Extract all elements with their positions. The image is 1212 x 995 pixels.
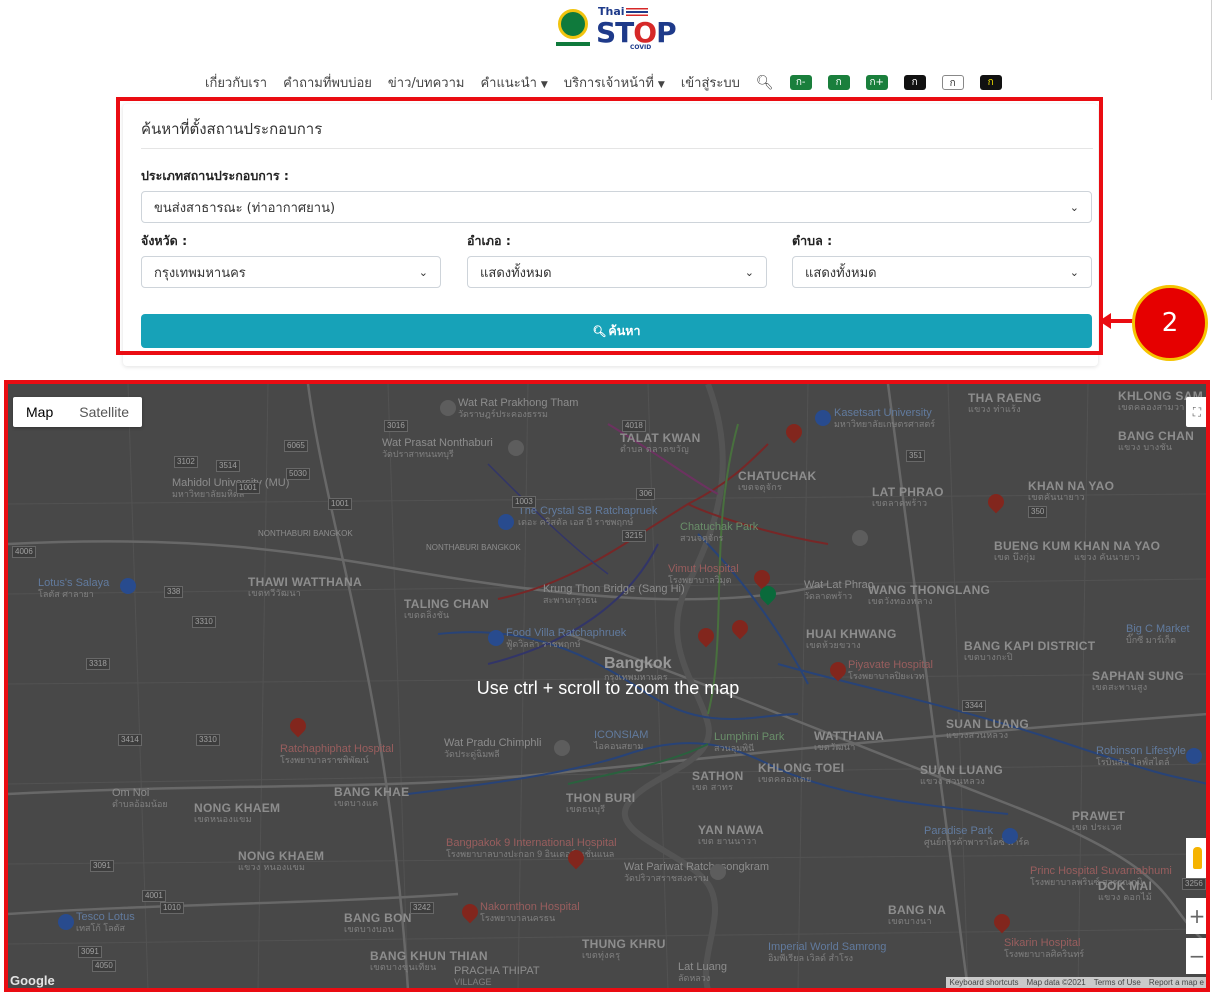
font-increase-button[interactable]: ก+: [865, 75, 888, 90]
font-decrease-button[interactable]: ก-: [789, 75, 812, 90]
nav-label: ข่าว/บทความ: [387, 76, 465, 91]
contrast-dark-button[interactable]: ก: [903, 75, 926, 90]
moph-emblem-icon: [556, 9, 590, 49]
contrast-yellow-button[interactable]: ก: [979, 75, 1002, 90]
nav-news[interactable]: ข่าว/บทความ: [388, 72, 465, 93]
main-nav: เกี่ยวกับเรา คำถามที่พบบ่อย ข่าว/บทความ …: [205, 72, 1018, 93]
nav-faq[interactable]: คำถามที่พบบ่อย: [283, 72, 372, 93]
annotation-step-badge: 2: [1132, 285, 1208, 361]
nav-login[interactable]: เข้าสู่ระบบ: [681, 72, 740, 93]
page: Thai STOP COVID เกี่ยวกับเรา คำถามที่พบบ…: [0, 0, 1212, 995]
caret-down-icon: ▼: [657, 80, 665, 90]
site-logo[interactable]: Thai STOP COVID: [556, 5, 677, 53]
annotation-highlight-search: [116, 97, 1103, 355]
search-icon[interactable]: 🔍︎: [756, 75, 774, 91]
contrast-light-button[interactable]: ก: [941, 75, 964, 90]
caret-down-icon: ▼: [540, 80, 548, 90]
nav-staff-services-dropdown[interactable]: บริการเจ้าหน้าที่ ▼: [564, 72, 665, 93]
site-header: Thai STOP COVID เกี่ยวกับเรา คำถามที่พบบ…: [0, 0, 1212, 100]
thai-stop-covid-logo: Thai STOP COVID: [596, 5, 677, 53]
nav-label: คำแนะนำ: [480, 76, 537, 91]
logo-covid-text: COVID: [630, 44, 652, 51]
nav-about[interactable]: เกี่ยวกับเรา: [205, 72, 267, 93]
nav-recommendations-dropdown[interactable]: คำแนะนำ ▼: [480, 72, 547, 93]
nav-label: บริการเจ้าหน้าที่: [563, 76, 654, 91]
thai-flag-icon: [626, 8, 648, 16]
font-normal-button[interactable]: ก: [827, 75, 850, 90]
nav-label: คำถามที่พบบ่อย: [283, 76, 372, 91]
annotation-highlight-map: [4, 380, 1210, 992]
nav-label: เกี่ยวกับเรา: [205, 76, 268, 91]
nav-label: เข้าสู่ระบบ: [680, 76, 740, 91]
